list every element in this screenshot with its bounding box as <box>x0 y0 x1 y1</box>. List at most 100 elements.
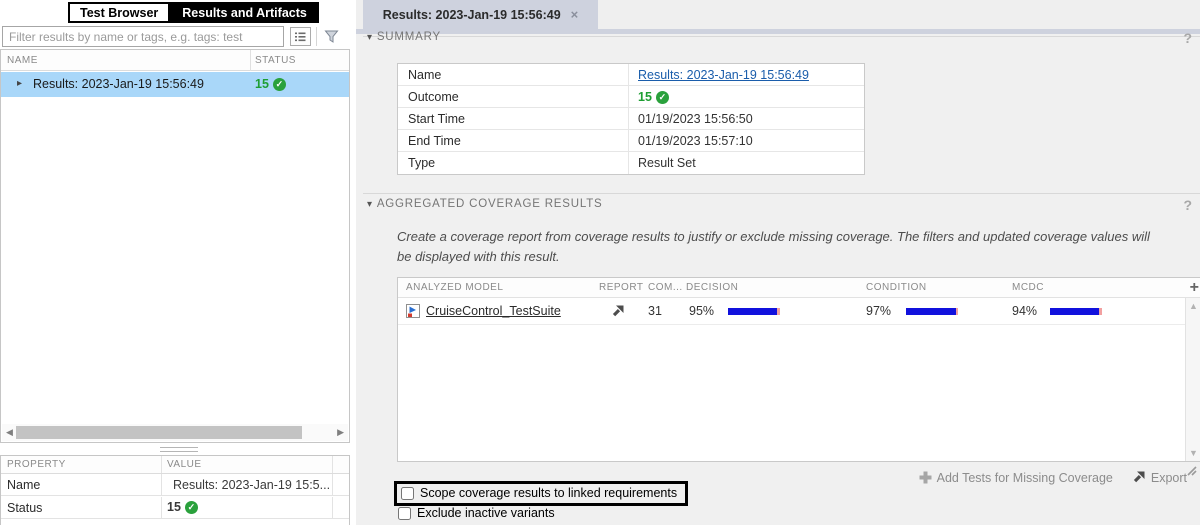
column-analyzed-model: ANALYZED MODEL <box>406 282 504 293</box>
property-label: Status <box>7 501 43 515</box>
coverage-table-header: ANALYZED MODEL REPORT COM... DECISION CO… <box>398 278 1200 298</box>
document-area: Results: 2023-Jan-19 15:56:49 × ▾ SUMMARY… <box>356 0 1200 525</box>
summary-label: Type <box>408 156 436 170</box>
pass-check-icon: ✓ <box>272 77 286 91</box>
summary-row-outcome: Outcome 15 ✓ <box>398 86 864 108</box>
add-column-icon[interactable]: + <box>1190 279 1199 297</box>
column-divider <box>161 456 162 473</box>
column-mcdc: MCDC <box>1012 282 1044 293</box>
scroll-left-icon[interactable]: ◀ <box>6 427 13 438</box>
column-report: REPORT <box>599 282 644 293</box>
list-icon <box>295 32 306 42</box>
result-set-link[interactable]: Results: 2023-Jan-19 15:56:49 <box>638 68 809 82</box>
funnel-icon <box>324 30 339 43</box>
result-set-row[interactable]: ▸ Results: 2023-Jan-19 15:56:49 15 ✓ <box>1 72 349 97</box>
tabstrip-band <box>356 29 1200 34</box>
tab-results-and-artifacts[interactable]: Results and Artifacts <box>170 2 319 23</box>
column-property: PROPERTY <box>7 459 66 470</box>
result-set-name: Results: 2023-Jan-19 15:56:49 <box>33 77 204 91</box>
summary-table: Name Results: 2023-Jan-19 15:56:49 Outco… <box>397 63 865 175</box>
outcome-value: 15 ✓ <box>638 90 669 104</box>
column-complexity: COM... <box>648 282 683 293</box>
exclude-variants-checkbox-row: Exclude inactive variants <box>398 506 555 520</box>
property-table-header: PROPERTY VALUE <box>1 456 349 474</box>
column-divider <box>628 130 629 151</box>
summary-label: Start Time <box>408 112 465 126</box>
filter-button[interactable] <box>321 27 342 46</box>
summary-row-start-time: Start Time 01/19/2023 15:56:50 <box>398 108 864 130</box>
document-tabstrip: Results: 2023-Jan-19 15:56:49 × <box>356 0 1200 29</box>
summary-help-icon[interactable]: ? <box>1183 30 1192 46</box>
pass-check-icon: ✓ <box>184 500 198 514</box>
coverage-vertical-scrollbar[interactable]: ▲ ▼ <box>1185 298 1200 461</box>
saved-filters-button[interactable] <box>290 27 311 46</box>
collapse-icon[interactable]: ▾ <box>367 199 373 210</box>
property-row-name[interactable]: Name Results: 2023-Jan-19 15:5... <box>1 474 349 496</box>
property-row-status[interactable]: Status 15 ✓ <box>1 497 349 519</box>
close-tab-icon[interactable]: × <box>571 7 579 22</box>
result-set-status: 15 ✓ <box>255 77 286 91</box>
column-decision: DECISION <box>686 282 739 293</box>
column-condition: CONDITION <box>866 282 927 293</box>
summary-row-end-time: End Time 01/19/2023 15:57:10 <box>398 130 864 152</box>
column-name: NAME <box>7 55 38 66</box>
scrollbar-thumb[interactable] <box>16 426 302 439</box>
collapse-icon[interactable]: ▾ <box>367 32 373 43</box>
scroll-down-icon[interactable]: ▼ <box>1189 448 1198 458</box>
export-icon <box>1133 471 1145 483</box>
summary-label: Outcome <box>408 90 459 104</box>
complexity-value: 31 <box>648 304 662 318</box>
summary-value: 01/19/2023 15:56:50 <box>638 112 753 126</box>
coverage-table: ANALYZED MODEL REPORT COM... DECISION CO… <box>397 277 1200 462</box>
scroll-up-icon[interactable]: ▲ <box>1189 301 1198 311</box>
summary-value: 01/19/2023 15:57:10 <box>638 134 753 148</box>
column-divider <box>161 474 162 495</box>
model-icon <box>405 303 421 324</box>
scope-coverage-checkbox[interactable] <box>401 486 414 500</box>
results-tree: NAME STATUS ▸ Results: 2023-Jan-19 15:56… <box>0 49 350 443</box>
toolbar-separator <box>316 27 317 46</box>
filter-toolbar <box>2 26 354 47</box>
section-divider <box>363 193 1200 194</box>
property-value: Results: 2023-Jan-19 15:5... <box>173 478 331 492</box>
panel-splitter-handle[interactable] <box>160 447 198 452</box>
filter-results-input[interactable] <box>2 26 284 47</box>
plus-icon <box>919 471 932 484</box>
condition-percent: 97% <box>866 304 892 318</box>
coverage-row[interactable]: CruiseControl_TestSuite 31 95% 97% 94% <box>398 298 1185 325</box>
pass-check-icon: ✓ <box>655 90 669 104</box>
column-divider <box>332 456 333 473</box>
condition-coverage-bar <box>906 308 958 315</box>
add-tests-button[interactable]: Add Tests for Missing Coverage <box>919 471 1113 485</box>
column-divider <box>628 86 629 107</box>
summary-row-type: Type Result Set <box>398 152 864 174</box>
analyzed-model-link[interactable]: CruiseControl_TestSuite <box>426 304 561 318</box>
summary-value: Result Set <box>638 156 696 170</box>
property-label: Name <box>7 478 41 492</box>
summary-label: End Time <box>408 134 461 148</box>
section-divider <box>363 36 1200 37</box>
expand-icon[interactable]: ▸ <box>17 78 22 89</box>
report-icon[interactable] <box>610 304 625 324</box>
export-button[interactable]: Export <box>1131 470 1187 485</box>
coverage-section-header[interactable]: ▾ AGGREGATED COVERAGE RESULTS <box>367 198 603 210</box>
exclude-variants-label: Exclude inactive variants <box>417 506 555 520</box>
scope-coverage-label: Scope coverage results to linked require… <box>420 486 678 500</box>
property-table: PROPERTY VALUE Name Results: 2023-Jan-19… <box>0 455 350 525</box>
mcdc-coverage-bar <box>1050 308 1102 315</box>
scope-coverage-checkbox-row: Scope coverage results to linked require… <box>394 481 689 506</box>
column-value: VALUE <box>167 459 202 470</box>
column-divider <box>250 50 251 71</box>
results-document-tab[interactable]: Results: 2023-Jan-19 15:56:49 × <box>363 0 598 29</box>
panel-tabs: Test Browser Results and Artifacts <box>68 2 319 23</box>
document-tab-title: Results: 2023-Jan-19 15:56:49 <box>382 7 561 22</box>
exclude-variants-checkbox[interactable] <box>398 506 411 520</box>
tab-test-browser[interactable]: Test Browser <box>68 2 171 23</box>
summary-section-header[interactable]: ▾ SUMMARY <box>367 31 441 43</box>
coverage-description: Create a coverage report from coverage r… <box>397 229 1150 265</box>
browser-panel: Test Browser Results and Artifacts Filte… <box>0 0 356 525</box>
scroll-right-icon[interactable]: ▶ <box>337 427 344 438</box>
coverage-help-icon[interactable]: ? <box>1183 197 1192 213</box>
column-divider <box>332 474 333 495</box>
tree-horizontal-scrollbar[interactable]: ◀ ▶ <box>2 424 348 441</box>
